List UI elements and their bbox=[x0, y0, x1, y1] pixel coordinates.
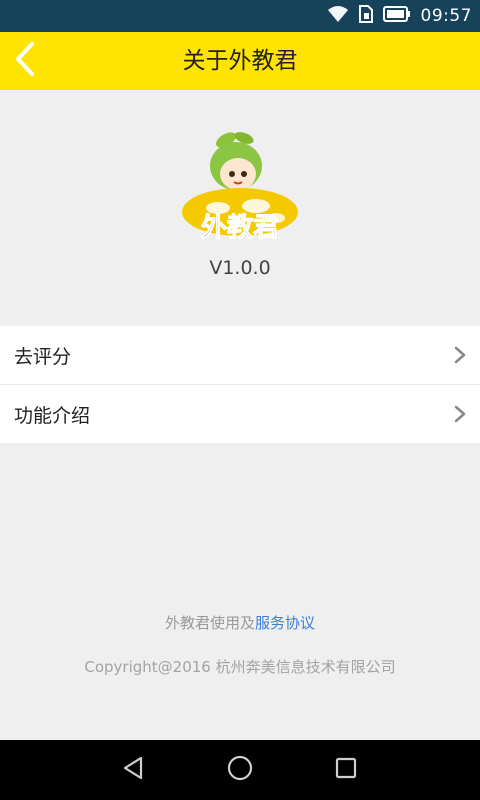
nav-home-button[interactable] bbox=[220, 750, 260, 790]
status-bar: 09:57 bbox=[0, 0, 480, 32]
system-nav-bar bbox=[0, 740, 480, 800]
wifi-icon bbox=[327, 5, 349, 27]
app-logo: 外教君 bbox=[178, 128, 302, 250]
chevron-left-icon bbox=[14, 41, 38, 81]
menu-item-rate[interactable]: 去评分 bbox=[0, 326, 480, 384]
agreement-prefix: 外教君使用及 bbox=[164, 614, 255, 632]
page-title: 关于外教君 bbox=[182, 48, 298, 74]
app-header: 关于外教君 bbox=[0, 32, 480, 90]
logo-wordmark: 外教君 bbox=[201, 213, 279, 243]
battery-icon bbox=[382, 6, 411, 26]
home-circle-icon bbox=[227, 755, 253, 785]
menu-item-label: 功能介绍 bbox=[14, 404, 91, 427]
menu-item-features[interactable]: 功能介绍 bbox=[0, 384, 480, 443]
status-time: 09:57 bbox=[420, 6, 472, 26]
app-version: V1.0.0 bbox=[209, 257, 271, 279]
recents-square-icon bbox=[335, 757, 357, 783]
sim-icon bbox=[358, 5, 373, 27]
menu-item-label: 去评分 bbox=[14, 345, 72, 368]
settings-menu: 去评分 功能介绍 bbox=[0, 326, 480, 443]
nav-recents-button[interactable] bbox=[326, 750, 366, 790]
back-button[interactable] bbox=[14, 41, 54, 81]
service-agreement-link[interactable]: 服务协议 bbox=[255, 614, 315, 632]
chevron-right-icon bbox=[454, 346, 466, 368]
copyright-text: Copyright@2016 杭州奔美信息技术有限公司 bbox=[84, 658, 396, 676]
status-icons: 09:57 bbox=[327, 0, 473, 32]
back-triangle-icon bbox=[122, 756, 144, 784]
nav-back-button[interactable] bbox=[113, 750, 153, 790]
chevron-right-icon bbox=[454, 405, 466, 427]
agreement-line: 外教君使用及服务协议 bbox=[0, 612, 480, 633]
